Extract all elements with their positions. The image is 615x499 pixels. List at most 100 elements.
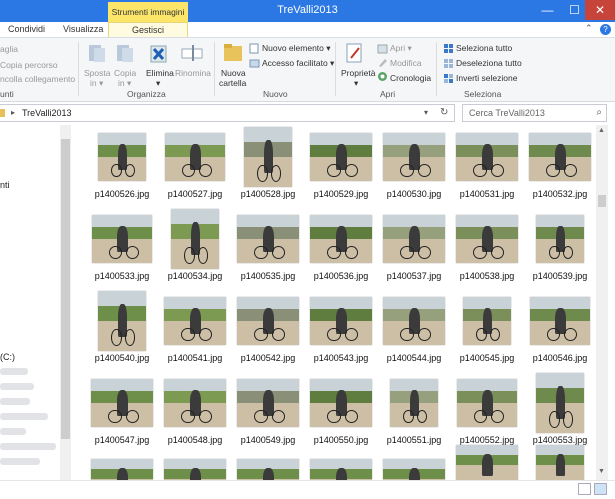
file-name-label[interactable]: p1400553.jpg — [515, 435, 595, 445]
maximize-button[interactable]: ☐ — [562, 0, 587, 20]
nav-blurred-item[interactable] — [0, 428, 26, 435]
nav-drive-c[interactable]: (C:) — [0, 352, 15, 362]
copy-to-dropdown[interactable]: in ▾ — [118, 78, 131, 89]
photo-thumbnail[interactable] — [383, 459, 445, 480]
photo-thumbnail[interactable] — [456, 445, 518, 480]
photo-thumbnail[interactable] — [237, 297, 299, 345]
new-item-icon — [249, 43, 259, 54]
open-button[interactable]: Apri ▾ — [390, 43, 412, 54]
photo-thumbnail[interactable] — [383, 133, 445, 181]
photo-thumbnail[interactable] — [237, 215, 299, 263]
select-none-button[interactable]: Deseleziona tutto — [456, 58, 522, 68]
nav-item-partial[interactable]: nti — [0, 180, 10, 190]
content-scrollbar[interactable]: ▲ ▼ — [596, 125, 608, 480]
file-grid: p1400526.jpg p1400527.jpg p1400528.jpg p140… — [75, 125, 595, 480]
photo-thumbnail[interactable] — [310, 459, 372, 480]
copy-to-button[interactable]: Copia — [114, 68, 136, 78]
properties-button[interactable]: Proprietà — [341, 68, 376, 78]
folder-icon — [0, 109, 5, 117]
photo-thumbnail[interactable] — [310, 379, 372, 427]
rename-button[interactable]: Rinomina — [175, 68, 211, 78]
photo-thumbnail[interactable] — [164, 379, 226, 427]
photo-thumbnail[interactable] — [536, 373, 584, 433]
easy-access-button[interactable]: Accesso facilitato ▾ — [262, 58, 334, 69]
photo-thumbnail[interactable] — [463, 297, 511, 345]
minimize-button[interactable]: — — [535, 0, 560, 20]
search-input[interactable]: Cerca TreValli2013 ⌕ — [462, 104, 607, 122]
photo-thumbnail[interactable] — [98, 133, 146, 181]
photo-thumbnail[interactable] — [456, 215, 518, 263]
address-bar[interactable]: ▸ TreValli2013 ▾ ↻ — [0, 104, 455, 122]
photo-thumbnail[interactable] — [92, 215, 152, 263]
new-folder-label-2: cartella — [219, 78, 247, 88]
file-name-label[interactable]: p1400546.jpg — [515, 353, 595, 363]
tab-share[interactable]: Condividi — [8, 24, 45, 34]
nav-blurred-item[interactable] — [0, 458, 40, 465]
large-icons-view-icon[interactable] — [594, 483, 607, 495]
breadcrumb-chevron-icon[interactable]: ▸ — [11, 108, 15, 117]
paste-shortcut-button[interactable]: ncolla collegamento — [0, 74, 75, 84]
photo-thumbnail[interactable] — [456, 133, 518, 181]
address-history-dropdown-icon[interactable]: ▾ — [424, 108, 428, 117]
photo-thumbnail[interactable] — [237, 379, 299, 427]
tab-manage[interactable]: Gestisci — [108, 22, 188, 37]
delete-dropdown[interactable]: ▾ — [156, 78, 160, 89]
photo-thumbnail[interactable] — [457, 379, 517, 427]
photo-thumbnail[interactable] — [530, 297, 590, 345]
nav-blurred-item[interactable] — [0, 443, 56, 450]
copy-path-button[interactable]: Copia percorso — [0, 60, 58, 70]
help-icon[interactable]: ? — [600, 24, 611, 35]
refresh-icon[interactable]: ↻ — [440, 107, 448, 118]
collapse-ribbon-icon[interactable]: ⌃ — [585, 23, 593, 34]
select-all-button[interactable]: Seleziona tutto — [456, 43, 512, 53]
breadcrumb-current[interactable]: TreValli2013 — [22, 108, 72, 118]
details-view-icon[interactable] — [578, 483, 591, 495]
nav-blurred-item[interactable] — [0, 413, 48, 420]
history-button[interactable]: Cronologia — [390, 73, 431, 83]
nav-blurred-item[interactable] — [0, 368, 28, 375]
scroll-down-icon[interactable]: ▼ — [598, 468, 605, 475]
nav-blurred-item[interactable] — [0, 383, 34, 390]
edit-button[interactable]: Modifica — [390, 58, 422, 68]
new-item-button[interactable]: Nuovo elemento ▾ — [262, 43, 331, 54]
photo-thumbnail[interactable] — [98, 291, 146, 351]
search-placeholder: Cerca TreValli2013 — [469, 108, 545, 118]
select-all-icon — [444, 44, 453, 53]
photo-thumbnail[interactable] — [529, 133, 591, 181]
file-name-label[interactable]: p1400532.jpg — [515, 189, 595, 199]
search-icon[interactable]: ⌕ — [596, 107, 602, 118]
tab-view[interactable]: Visualizza — [63, 24, 103, 34]
photo-thumbnail[interactable] — [165, 133, 225, 181]
move-to-button[interactable]: Sposta — [84, 68, 110, 78]
photo-thumbnail[interactable] — [171, 209, 219, 269]
photo-thumbnail[interactable] — [164, 297, 226, 345]
photo-thumbnail[interactable] — [310, 297, 372, 345]
file-name-label[interactable]: p1400539.jpg — [515, 271, 595, 281]
nav-scroll-thumb[interactable] — [61, 139, 70, 439]
delete-button[interactable]: Elimina — [146, 68, 174, 78]
photo-thumbnail[interactable] — [237, 459, 299, 480]
properties-dropdown[interactable]: ▾ — [354, 78, 358, 89]
photo-thumbnail[interactable] — [164, 459, 226, 480]
photo-thumbnail[interactable] — [536, 445, 584, 480]
close-button[interactable]: ✕ — [585, 0, 615, 20]
photo-thumbnail[interactable] — [390, 379, 438, 427]
scroll-up-icon[interactable]: ▲ — [598, 127, 605, 134]
new-folder-button[interactable]: Nuova — [221, 68, 246, 78]
scroll-thumb[interactable] — [598, 195, 606, 207]
copy-to-icon — [117, 45, 133, 62]
photo-thumbnail[interactable] — [536, 215, 584, 263]
photo-thumbnail[interactable] — [91, 379, 153, 427]
photo-thumbnail[interactable] — [310, 133, 372, 181]
cut-button[interactable]: aglia — [0, 44, 18, 54]
photo-thumbnail[interactable] — [383, 215, 445, 263]
move-to-dropdown[interactable]: in ▾ — [90, 78, 103, 89]
photo-thumbnail[interactable] — [91, 459, 153, 480]
nav-scrollbar[interactable] — [60, 125, 71, 480]
photo-thumbnail[interactable] — [383, 297, 445, 345]
ribbon: aglia Copia percorso ncolla collegamento… — [0, 38, 615, 102]
nav-blurred-item[interactable] — [0, 398, 30, 405]
photo-thumbnail[interactable] — [244, 127, 292, 187]
invert-selection-button[interactable]: Inverti selezione — [456, 73, 517, 83]
photo-thumbnail[interactable] — [310, 215, 372, 263]
